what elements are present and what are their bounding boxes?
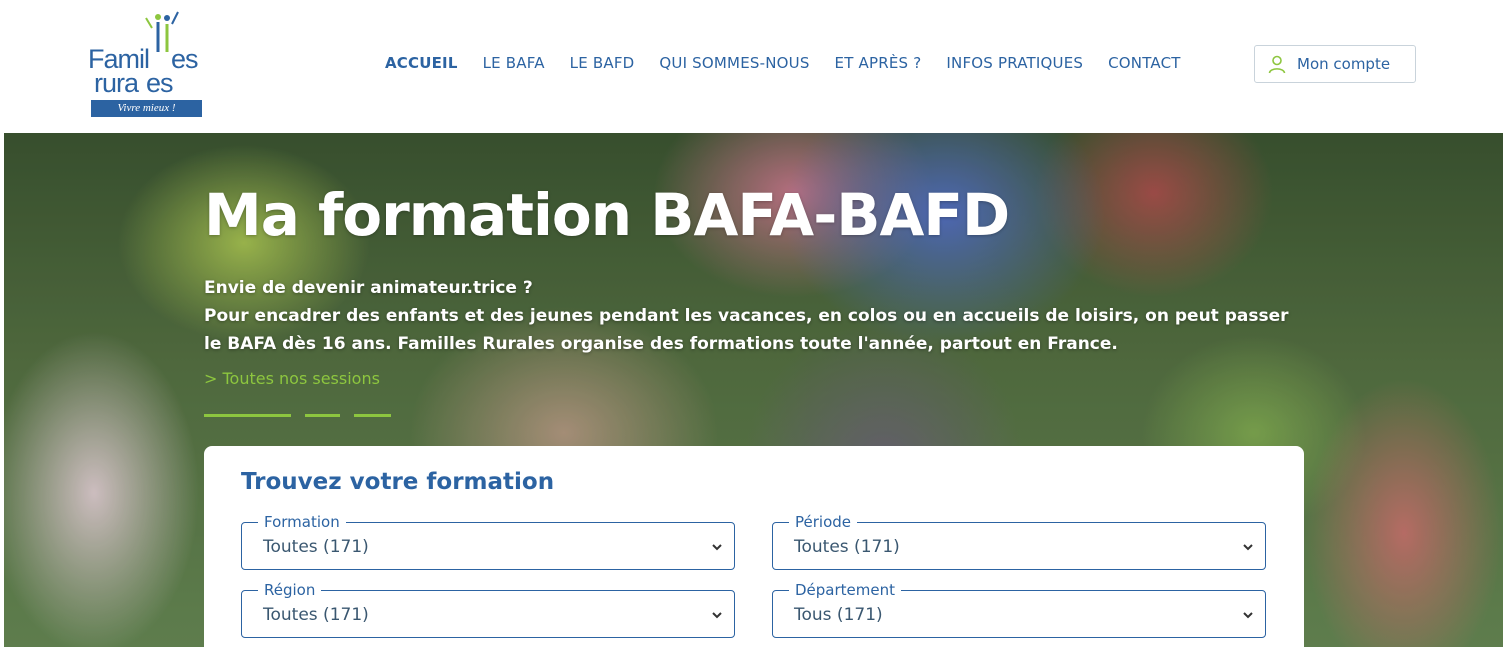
logo-word-rurales: rura	[94, 68, 139, 98]
chevron-down-icon	[712, 544, 722, 551]
hero-divider	[305, 414, 340, 417]
logo-word-rurales-end: es	[146, 68, 174, 98]
region-value: Toutes (171)	[263, 605, 369, 625]
logo-tagline: Vivre mieux !	[91, 100, 202, 117]
nav-contact[interactable]: CONTACT	[1108, 54, 1181, 72]
chevron-down-icon	[712, 612, 722, 619]
hero-intro-question: Envie de devenir animateur.trice ?	[204, 278, 533, 298]
chevron-down-icon	[1243, 544, 1253, 551]
account-button[interactable]: Mon compte	[1254, 45, 1416, 83]
user-icon	[1268, 55, 1286, 74]
periode-label: Période	[789, 513, 858, 531]
hero-intro: Envie de devenir animateur.trice ? Pour …	[204, 274, 1304, 358]
search-title: Trouvez votre formation	[241, 469, 555, 495]
all-sessions-link[interactable]: > Toutes nos sessions	[204, 369, 380, 388]
nav-et-apres[interactable]: ET APRÈS ?	[835, 54, 922, 72]
formation-select[interactable]: Formation Toutes (171)	[241, 513, 735, 570]
familles-rurales-logo[interactable]: Famil es rura es Vivre mieux !	[84, 8, 210, 120]
region-select[interactable]: Région Toutes (171)	[241, 581, 735, 638]
departement-value: Tous (171)	[794, 605, 883, 625]
hero-intro-text: Pour encadrer des enfants et des jeunes …	[204, 306, 1289, 354]
logo-word-familles-end: es	[171, 44, 199, 74]
hero-title: Ma formation BAFA-BAFD	[204, 181, 1010, 249]
hero-divider	[354, 414, 391, 417]
periode-select[interactable]: Période Toutes (171)	[772, 513, 1266, 570]
chevron-down-icon	[1243, 612, 1253, 619]
nav-qui-sommes-nous[interactable]: QUI SOMMES-NOUS	[659, 54, 809, 72]
nav-le-bafd[interactable]: LE BAFD	[570, 54, 635, 72]
formation-value: Toutes (171)	[263, 537, 369, 557]
hero-divider	[204, 414, 291, 417]
nav-accueil[interactable]: ACCUEIL	[385, 54, 458, 72]
main-nav: ACCUEIL LE BAFA LE BAFD QUI SOMMES-NOUS …	[385, 52, 1206, 74]
formation-label: Formation	[258, 513, 346, 531]
account-label: Mon compte	[1297, 55, 1391, 73]
periode-value: Toutes (171)	[794, 537, 900, 557]
departement-label: Département	[789, 581, 901, 599]
nav-le-bafa[interactable]: LE BAFA	[483, 54, 545, 72]
region-label: Région	[258, 581, 322, 599]
nav-infos-pratiques[interactable]: INFOS PRATIQUES	[946, 54, 1083, 72]
search-card: Trouvez votre formation Formation Toutes…	[204, 446, 1304, 647]
site-header: Famil es rura es Vivre mieux ! ACCUEIL LE …	[0, 0, 1503, 133]
departement-select[interactable]: Département Tous (171)	[772, 581, 1266, 638]
